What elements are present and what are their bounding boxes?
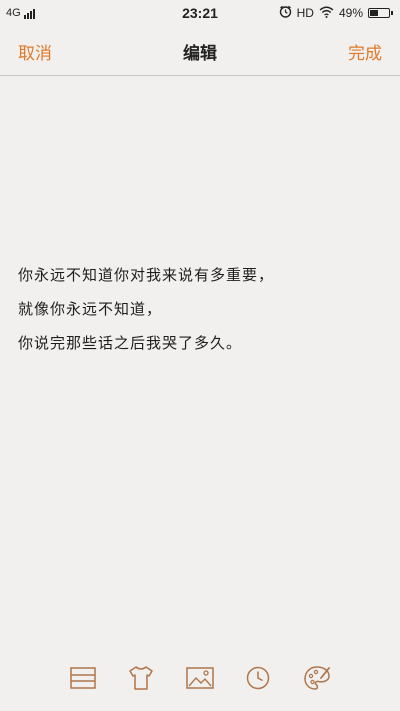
battery-icon xyxy=(368,8,393,18)
alarm-icon xyxy=(279,5,292,21)
wifi-icon xyxy=(319,6,334,21)
tshirt-icon[interactable] xyxy=(126,664,156,692)
note-line[interactable]: 你永远不知道你对我来说有多重要， xyxy=(18,258,384,292)
palette-icon[interactable] xyxy=(302,664,332,692)
status-left: 4G xyxy=(6,7,35,19)
network-type: 4G xyxy=(6,7,21,19)
signal-icon xyxy=(23,8,35,19)
list-format-icon[interactable] xyxy=(68,664,98,692)
battery-fill xyxy=(370,10,378,16)
nav-bar: 取消 编辑 完成 xyxy=(0,26,400,76)
clock-icon[interactable] xyxy=(243,664,273,692)
battery-percent: 49% xyxy=(338,6,363,20)
status-bar: 4G 23:21 HD 49% xyxy=(0,0,400,26)
note-line[interactable]: 你说完那些话之后我哭了多久。 xyxy=(18,326,384,360)
done-button[interactable]: 完成 xyxy=(348,39,382,64)
note-editor[interactable]: 你永远不知道你对我来说有多重要， 就像你永远不知道， 你说完那些话之后我哭了多久… xyxy=(18,258,384,360)
status-right: HD 49% xyxy=(279,5,393,21)
image-icon[interactable] xyxy=(185,664,215,692)
note-line[interactable]: 就像你永远不知道， xyxy=(18,292,384,326)
bottom-toolbar xyxy=(0,656,400,700)
hd-label: HD xyxy=(296,6,314,20)
page-title: 编辑 xyxy=(183,44,217,64)
